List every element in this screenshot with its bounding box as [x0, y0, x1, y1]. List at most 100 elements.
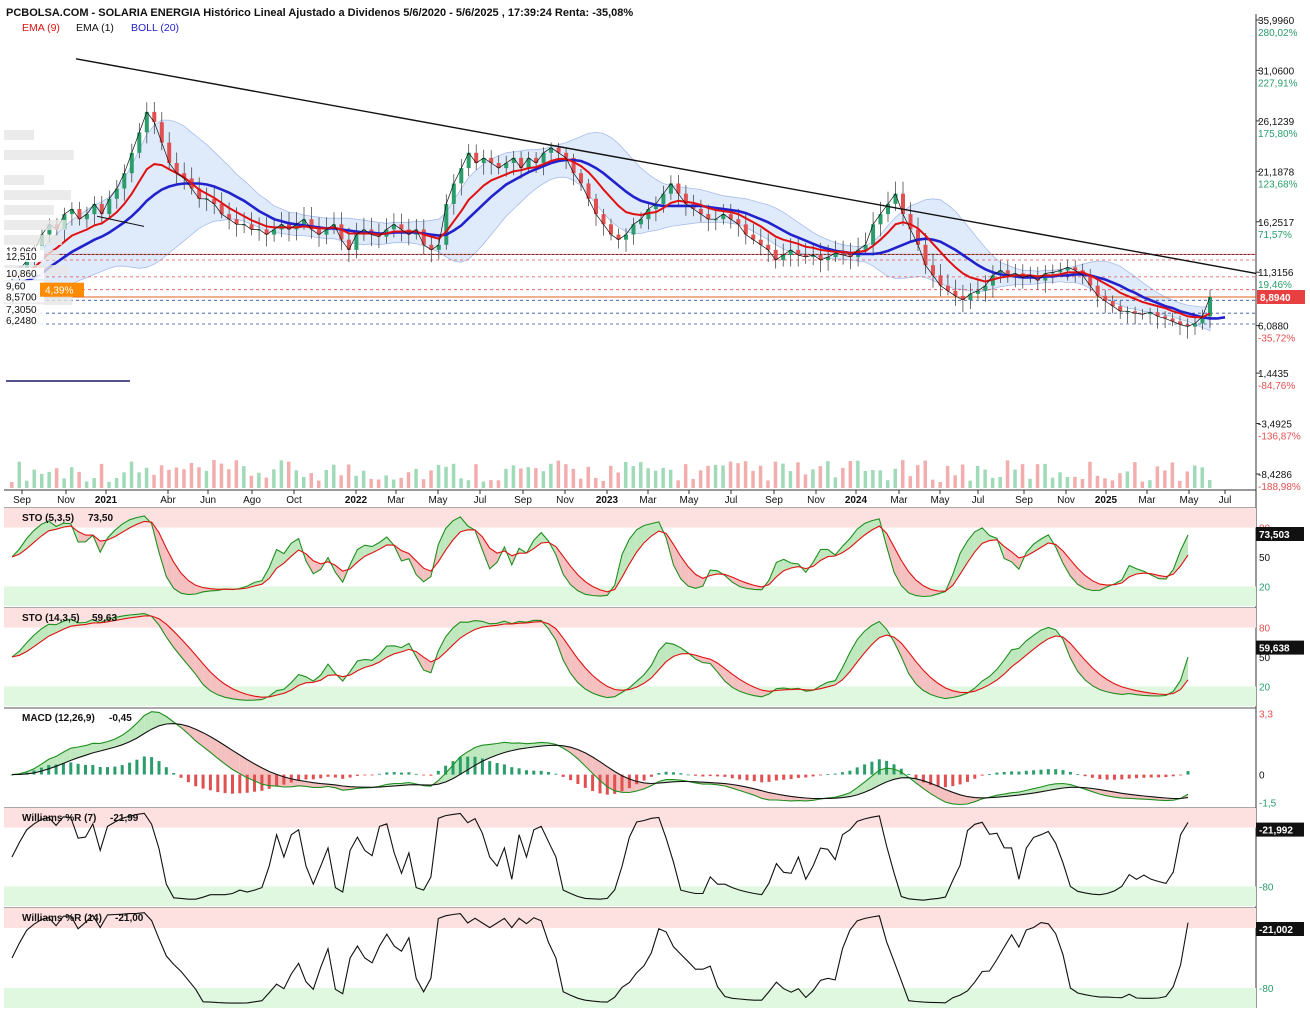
macd-histogram-bar: [679, 773, 683, 775]
volume-bar: [346, 464, 351, 488]
macd-histogram-bar: [943, 774, 947, 788]
macd-histogram-bar: [1127, 774, 1131, 779]
x-axis-label: Jul: [1219, 495, 1232, 506]
volume-bar: [1103, 478, 1107, 488]
right-axis-price-label: 11,3156: [1258, 268, 1294, 279]
macd-histogram-bar: [576, 774, 580, 784]
macd-histogram-bar: [774, 774, 778, 781]
macd-histogram-bar: [297, 774, 301, 781]
macd-histogram-bar: [157, 761, 161, 775]
chart-title: PCBOLSA.COM - SOLARIA ENERGIA Histórico …: [6, 7, 633, 19]
last-price-label: 8,8940: [1260, 293, 1291, 304]
macd-histogram-bar: [172, 773, 176, 775]
right-axis-price-label: 26,1239: [1258, 117, 1295, 128]
panel-title: STO (14,3,5): [22, 613, 80, 624]
left-level-label: 8,5700: [6, 292, 37, 303]
volume-bar: [1080, 479, 1085, 488]
macd-histogram-bar: [135, 759, 139, 775]
macd-histogram-bar: [260, 774, 264, 791]
macd-histogram-bar: [84, 764, 87, 775]
volume-bar: [421, 479, 426, 488]
volume-bar: [826, 461, 830, 488]
volume-bar: [586, 466, 590, 488]
volume-bar: [1050, 477, 1055, 488]
volume-bar: [354, 475, 358, 488]
macd-histogram-bar: [819, 774, 822, 776]
macd-histogram-bar: [767, 774, 771, 782]
volume-bar: [683, 464, 688, 488]
macd-histogram-bar: [694, 774, 697, 776]
panel-title: STO (5,3,5): [22, 513, 74, 524]
volume-profile-bar: [4, 220, 66, 230]
panel-title-value: 73,50: [88, 513, 113, 524]
volume-bar: [1133, 462, 1137, 488]
panel-level-label: -80: [1259, 882, 1274, 893]
macd-histogram-bar: [1142, 774, 1146, 778]
volume-bar: [676, 480, 680, 488]
chart-canvas: PCBOLSA.COM - SOLARIA ENERGIA Histórico …: [0, 0, 1310, 1012]
overbought-zone: [4, 508, 1256, 528]
macd-histogram-bar: [569, 774, 573, 781]
panel-title-value: -0,45: [109, 713, 132, 724]
volume-bar: [466, 480, 471, 488]
volume-bar: [758, 465, 763, 488]
volume-profile-bar: [4, 190, 71, 200]
volume-bar: [1110, 480, 1115, 488]
macd-histogram-bar: [848, 770, 852, 775]
macd-histogram-bar: [1076, 774, 1080, 775]
macd-histogram-bar: [804, 774, 808, 778]
right-axis-pct-label: -84,76%: [1258, 381, 1295, 392]
macd-histogram-bar: [414, 773, 418, 775]
x-axis-label: May: [1180, 495, 1199, 506]
volume-bar: [317, 480, 321, 488]
macd-histogram-bar: [591, 774, 595, 791]
macd-histogram-bar: [1120, 774, 1124, 780]
volume-bar: [47, 472, 51, 488]
macd-histogram-bar: [113, 766, 117, 775]
volume-bar: [908, 476, 912, 488]
volume-bar: [698, 470, 703, 488]
macd-histogram-bar: [164, 767, 168, 775]
macd-histogram-bar: [400, 772, 403, 775]
macd-histogram-bar: [973, 774, 977, 779]
oversold-zone: [4, 988, 1256, 1008]
volume-bar: [1020, 464, 1025, 488]
volume-bar: [1043, 463, 1047, 488]
macd-histogram-bar: [863, 764, 867, 775]
volume-bar: [713, 464, 718, 488]
oversold-zone: [4, 886, 1256, 906]
macd-histogram-bar: [98, 767, 102, 775]
legend-boll: BOLL (20): [131, 22, 179, 34]
volume-bar: [601, 481, 605, 488]
volume-bar: [212, 460, 216, 488]
macd-histogram-bar: [1046, 769, 1050, 775]
volume-bar: [144, 467, 149, 488]
volume-bar: [272, 469, 276, 488]
right-axis-pct-label: 71,57%: [1258, 230, 1292, 241]
volume-bar: [1058, 472, 1062, 488]
x-axis-label: Nov: [807, 495, 825, 506]
macd-histogram-bar: [422, 774, 426, 776]
x-axis-label: 2021: [95, 495, 118, 506]
macd-histogram-bar: [760, 774, 764, 783]
left-level-label: 9,60: [6, 282, 26, 293]
macd-histogram-bar: [517, 768, 521, 775]
volume-bar: [399, 477, 403, 488]
panel-axis-label: 0: [1259, 771, 1265, 782]
volume-bar: [242, 466, 246, 488]
volume-bar: [1200, 467, 1204, 488]
volume-bar: [916, 465, 920, 488]
volume-bar: [339, 475, 343, 488]
macd-histogram-bar: [723, 774, 727, 777]
macd-histogram-bar: [201, 774, 205, 789]
right-axis-pct-label: 175,80%: [1258, 129, 1298, 140]
volume-bar: [32, 469, 36, 488]
volume-bar: [54, 468, 59, 488]
macd-histogram-bar: [466, 756, 470, 775]
right-axis-price-label: -3,4925: [1258, 420, 1292, 431]
panel-title-value: -21,00: [115, 913, 144, 924]
macd-histogram-bar: [672, 772, 675, 775]
volume-bar: [1178, 480, 1182, 488]
panel-title-value: -21,99: [110, 813, 139, 824]
volume-bar: [534, 468, 538, 488]
